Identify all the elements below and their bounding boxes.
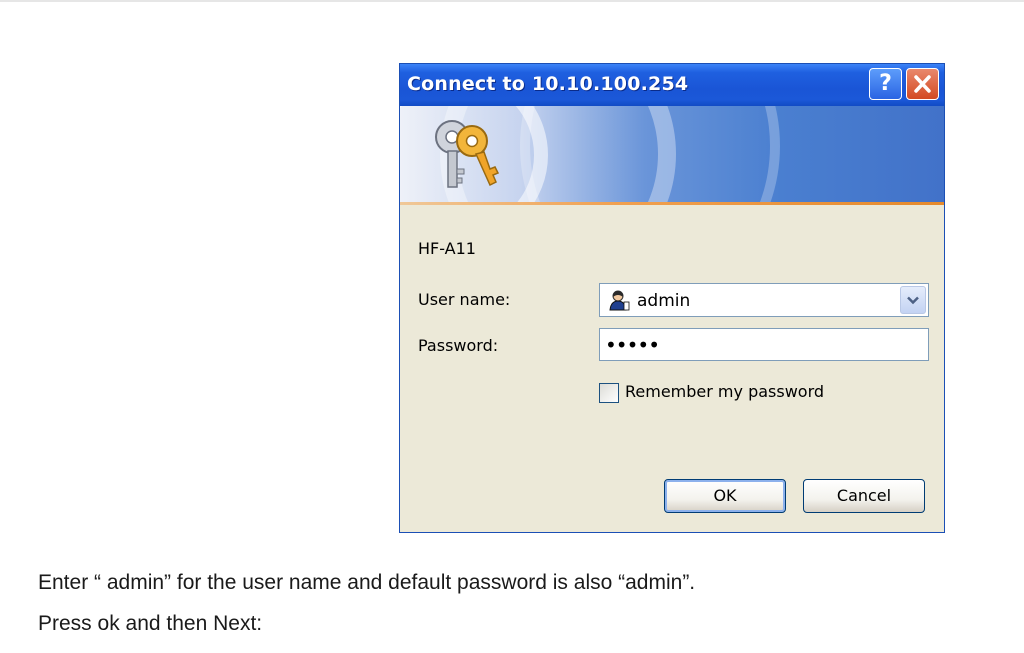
instruction-line-1: Enter “ admin” for the user name and def…: [38, 571, 696, 594]
username-label: User name:: [418, 290, 511, 309]
username-dropdown-button[interactable]: [900, 286, 926, 314]
cancel-button[interactable]: Cancel: [803, 479, 925, 513]
realm-label: HF-A11: [418, 239, 476, 258]
help-button[interactable]: ?: [869, 68, 902, 100]
dialog-banner: [400, 106, 944, 202]
close-icon: [914, 75, 931, 93]
dialog-titlebar[interactable]: Connect to 10.10.100.254 ?: [400, 64, 944, 106]
password-field[interactable]: •••••: [599, 328, 929, 361]
instruction-line-2: Press ok and then Next:: [38, 612, 263, 635]
remember-password-label[interactable]: Remember my password: [625, 382, 824, 401]
top-divider: [0, 0, 1024, 2]
username-combobox[interactable]: admin: [599, 283, 929, 317]
keys-icon: [435, 120, 500, 188]
login-dialog: Connect to 10.10.100.254 ? HF-A11 User n…: [399, 63, 945, 533]
password-value: •••••: [605, 333, 660, 357]
help-icon: ?: [879, 71, 892, 96]
close-button[interactable]: [906, 68, 939, 100]
username-value: admin: [637, 291, 691, 311]
user-icon: [609, 290, 630, 311]
dialog-title: Connect to 10.10.100.254: [407, 73, 689, 95]
ok-button[interactable]: OK: [664, 479, 786, 513]
password-label: Password:: [418, 336, 499, 355]
remember-password-checkbox[interactable]: [599, 383, 619, 403]
chevron-down-icon: [907, 296, 919, 305]
